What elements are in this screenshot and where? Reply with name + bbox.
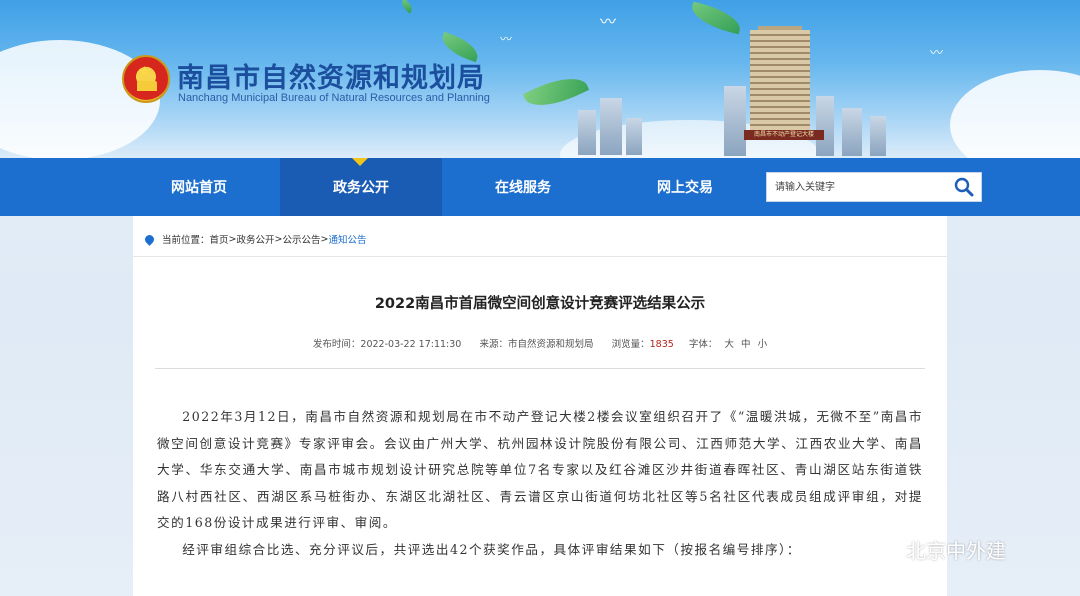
site-title: 南昌市自然资源和规划局: [177, 63, 485, 94]
leaf-decoration: [688, 1, 744, 35]
breadcrumb-separator: >: [228, 233, 237, 245]
city-building: [816, 96, 834, 156]
breadcrumb-separator: >: [320, 233, 329, 245]
views-label: 浏览量：: [611, 339, 650, 350]
nav-item-label: 在线服务: [495, 180, 551, 196]
wechat-icon: [867, 537, 898, 560]
site-header: 〰 〰 〰 南昌市不动产登记大楼 ★ 南昌市自然资源和规划局 Nanchang …: [0, 0, 1080, 158]
font-size-large-button[interactable]: 大: [724, 339, 734, 350]
breadcrumb-separator: >: [274, 233, 283, 245]
active-nav-indicator: [352, 158, 368, 166]
font-size-medium-button[interactable]: 中: [741, 339, 751, 350]
bird-icon: 〰: [930, 46, 944, 61]
city-building: [724, 86, 746, 156]
article-paragraph: 2022年3月12日，南昌市自然资源和规划局在市不动产登记大楼2楼会议室组织召开…: [157, 409, 923, 530]
article-paragraph: 经评审组综合比选、充分评议后，共评选出42个获奖作品，具体评审结果如下（按报名编…: [182, 541, 801, 557]
source-value: 市自然资源和规划局: [507, 339, 594, 350]
city-building: [842, 108, 862, 156]
leaf-decoration: [522, 68, 590, 116]
watermark-text: 北京中外建: [906, 538, 1006, 563]
article-meta: 发布时间：2022-03-22 17:11:30 来源：市自然资源和规划局 浏览…: [133, 336, 947, 350]
site-subtitle: Nanchang Municipal Bureau of Natural Res…: [178, 92, 490, 104]
divider: [133, 256, 947, 257]
search-box: [766, 172, 982, 202]
cloud-decoration: [950, 70, 1080, 158]
breadcrumb-announcements[interactable]: 公示公告: [282, 232, 320, 246]
registration-tower: [750, 30, 810, 140]
publish-label: 发布时间：: [312, 339, 361, 350]
source-label: 来源：: [479, 339, 508, 350]
nav-item-government-affairs[interactable]: 政务公开: [280, 158, 442, 216]
article-title: 2022南昌市首届微空间创意设计竞赛评选结果公示: [374, 296, 706, 312]
city-building: [870, 116, 886, 156]
bird-icon: 〰: [500, 32, 513, 46]
font-size-small-button[interactable]: 小: [758, 339, 768, 350]
breadcrumb-prefix: 当前位置：: [162, 235, 210, 246]
city-building: [600, 98, 622, 155]
breadcrumb-home[interactable]: 首页: [210, 232, 229, 246]
breadcrumb-government-affairs[interactable]: 政务公开: [237, 232, 275, 246]
nav-item-label: 网上交易: [657, 180, 713, 196]
national-emblem-icon: ★: [122, 55, 170, 103]
breadcrumb: 当前位置： 首页 > 政务公开 > 公示公告 > 通知公告: [143, 232, 366, 246]
search-icon: [954, 177, 974, 197]
publish-time: 2022-03-22 17:11:30: [360, 339, 462, 350]
views-count: 1835: [649, 339, 674, 350]
search-input[interactable]: [767, 173, 947, 201]
nav-item-label: 政务公开: [333, 180, 389, 196]
nav-item-online-trading[interactable]: 网上交易: [604, 158, 766, 216]
breadcrumb-notices[interactable]: 通知公告: [328, 232, 366, 246]
nav-item-home[interactable]: 网站首页: [118, 158, 280, 216]
tower-sign: 南昌市不动产登记大楼: [744, 130, 824, 140]
nav-item-label: 网站首页: [171, 180, 227, 196]
city-building: [578, 110, 596, 155]
leaf-decoration: [399, 0, 415, 14]
wechat-watermark: 北京中外建: [866, 535, 1006, 563]
location-pin-icon: [143, 232, 156, 246]
nav-item-online-services[interactable]: 在线服务: [442, 158, 604, 216]
search-button[interactable]: [947, 173, 981, 201]
city-building: [626, 118, 642, 155]
article-body: 2022年3月12日，南昌市自然资源和规划局在市不动产登记大楼2楼会议室组织召开…: [157, 404, 923, 563]
divider: [155, 368, 925, 369]
content-panel: 当前位置： 首页 > 政务公开 > 公示公告 > 通知公告 2022南昌市首届微…: [133, 216, 947, 596]
font-size-label: 字体：: [688, 339, 718, 350]
tower-sign-text: 南昌市不动产登记大楼: [753, 131, 814, 138]
bird-icon: 〰: [600, 12, 617, 31]
